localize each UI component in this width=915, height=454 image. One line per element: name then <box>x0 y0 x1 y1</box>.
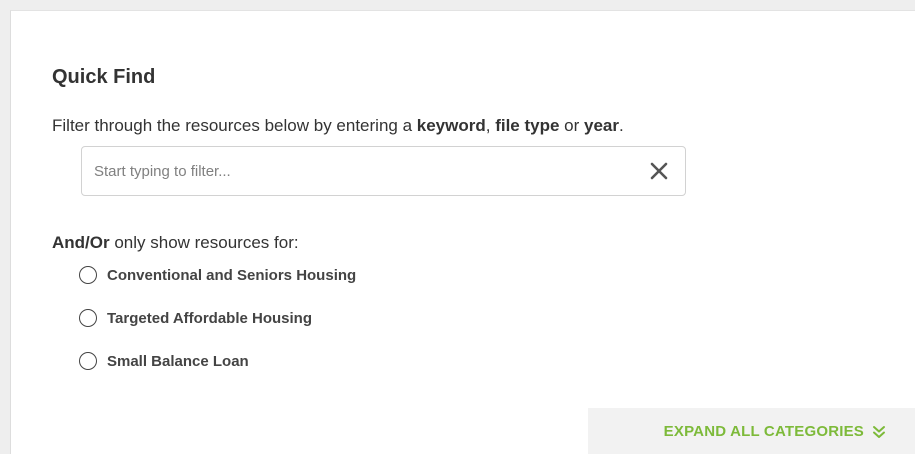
radio-option-small-balance-loan[interactable]: Small Balance Loan <box>79 350 356 372</box>
quick-find-title: Quick Find <box>52 66 156 88</box>
description-year: year <box>584 116 619 135</box>
radio-option-conventional-seniors-housing[interactable]: Conventional and Seniors Housing <box>79 264 356 286</box>
quick-find-panel: Quick Find Filter through the resources … <box>10 10 915 454</box>
radio-option-label: Conventional and Seniors Housing <box>107 266 357 284</box>
search-box <box>81 146 686 196</box>
description-file-type: file type <box>495 116 560 135</box>
filter-label-bold: And/Or <box>52 233 110 252</box>
radio-button[interactable] <box>79 352 97 370</box>
description-or: or <box>559 116 585 135</box>
expand-all-label: EXPAND ALL CATEGORIES <box>663 423 864 440</box>
filter-label: And/Or only show resources for: <box>52 233 299 253</box>
description-period: . <box>619 116 624 135</box>
radio-button[interactable] <box>79 266 97 284</box>
description-prefix: Filter through the resources below by en… <box>52 116 417 135</box>
double-chevron-down-icon <box>873 425 885 438</box>
filter-search-input[interactable] <box>94 147 634 195</box>
radio-option-label: Targeted Affordable Housing <box>107 309 313 327</box>
radio-option-targeted-affordable-housing[interactable]: Targeted Affordable Housing <box>79 307 356 329</box>
filter-label-rest: only show resources for: <box>109 233 299 252</box>
close-x-icon[interactable] <box>649 161 669 181</box>
expand-all-categories-button[interactable]: EXPAND ALL CATEGORIES <box>588 408 915 454</box>
description-keyword: keyword <box>416 116 486 135</box>
radio-option-label: Small Balance Loan <box>107 352 249 370</box>
radio-button[interactable] <box>79 309 97 327</box>
category-radio-group: Conventional and Seniors Housing Targete… <box>79 264 356 393</box>
description-comma: , <box>485 116 496 135</box>
quick-find-description: Filter through the resources below by en… <box>52 116 624 136</box>
